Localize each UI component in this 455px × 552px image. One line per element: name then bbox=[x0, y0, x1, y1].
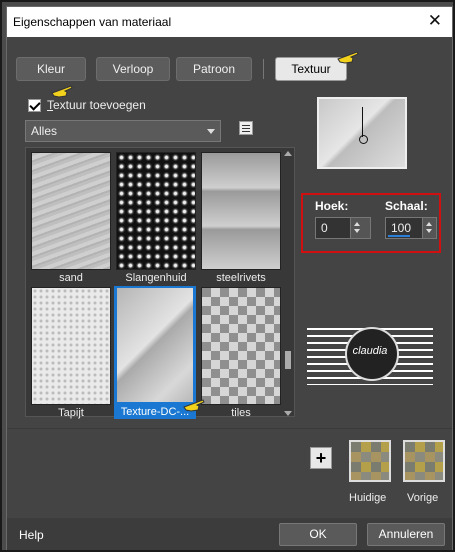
tab-separator bbox=[263, 59, 264, 79]
texture-item-steelrivets[interactable]: steelrivets bbox=[200, 152, 282, 285]
texture-label: Slangenhuid bbox=[125, 272, 187, 284]
tab-verloop[interactable]: Verloop bbox=[96, 57, 170, 81]
dialog-frame: Eigenschappen van materiaal ✕ Kleur Verl… bbox=[0, 0, 455, 552]
ok-button[interactable]: OK bbox=[279, 523, 357, 546]
angle-value: 0 bbox=[321, 221, 328, 235]
texture-thumbnail bbox=[201, 287, 281, 405]
hand-pointer-icon bbox=[337, 51, 359, 64]
logo-text: claudia bbox=[352, 345, 388, 357]
texture-thumbnail bbox=[31, 152, 111, 270]
add-texture-label-text: extuur toevoegen bbox=[53, 98, 146, 112]
scroll-down-icon[interactable] bbox=[284, 411, 292, 416]
texture-item-tiles[interactable]: tiles bbox=[200, 287, 282, 420]
angle-needle-icon bbox=[359, 107, 368, 144]
texture-item-tapijt[interactable]: Tapijt bbox=[30, 287, 112, 420]
scale-stepper[interactable]: 100 bbox=[385, 217, 437, 239]
list-icon[interactable] bbox=[239, 121, 253, 135]
current-swatch[interactable] bbox=[349, 440, 391, 482]
previous-swatch-label: Vorige bbox=[407, 492, 439, 504]
title-bar: Eigenschappen van materiaal ✕ bbox=[7, 7, 452, 37]
tab-kleur[interactable]: Kleur bbox=[16, 57, 86, 81]
previous-swatch[interactable] bbox=[403, 440, 445, 482]
add-texture-checkbox[interactable] bbox=[28, 99, 41, 112]
texture-thumbnail bbox=[201, 152, 281, 270]
watermark-logo: claudia bbox=[307, 323, 433, 385]
angle-stepper[interactable]: 0 bbox=[315, 217, 371, 239]
texture-preview bbox=[317, 97, 407, 169]
texture-thumbnail bbox=[31, 287, 111, 405]
category-dropdown-value: Alles bbox=[31, 124, 58, 138]
texture-item-slangenhuid[interactable]: Slangenhuid bbox=[115, 152, 197, 285]
scale-value: 100 bbox=[391, 221, 412, 235]
scrollbar-thumb[interactable] bbox=[285, 351, 291, 369]
material-properties-dialog: Eigenschappen van materiaal ✕ Kleur Verl… bbox=[6, 6, 453, 550]
stepper-arrows-icon[interactable] bbox=[422, 218, 436, 238]
texture-gallery: sand Slangenhuid steelrivets Tapijt Text… bbox=[25, 147, 295, 420]
hand-pointer-icon bbox=[51, 85, 73, 98]
category-dropdown[interactable]: Alles bbox=[25, 120, 221, 142]
texture-label: Tapijt bbox=[58, 407, 84, 419]
texture-label: steelrivets bbox=[216, 272, 266, 284]
angle-label: Hoek: bbox=[315, 199, 349, 213]
add-texture-label[interactable]: Textuur toevoegen bbox=[47, 98, 146, 112]
close-icon[interactable]: ✕ bbox=[428, 11, 442, 31]
texture-item-sand[interactable]: sand bbox=[30, 152, 112, 285]
cancel-button[interactable]: Annuleren bbox=[367, 523, 445, 546]
window-title: Eigenschappen van materiaal bbox=[13, 15, 172, 29]
add-swatch-button[interactable]: + bbox=[310, 447, 332, 469]
tab-patroon[interactable]: Patroon bbox=[176, 57, 252, 81]
divider bbox=[7, 428, 452, 429]
scroll-up-icon[interactable] bbox=[284, 151, 292, 156]
texture-label: sand bbox=[59, 272, 83, 284]
scale-progress-bar bbox=[388, 235, 410, 237]
texture-thumbnail bbox=[115, 286, 195, 404]
stepper-arrows-icon[interactable] bbox=[350, 218, 370, 238]
texture-label: tiles bbox=[231, 407, 251, 419]
help-button[interactable]: Help bbox=[19, 528, 44, 542]
scale-label: Schaal: bbox=[385, 199, 428, 213]
gallery-scrollbar[interactable] bbox=[283, 151, 293, 416]
hand-pointer-icon bbox=[183, 399, 205, 412]
current-swatch-label: Huidige bbox=[349, 492, 387, 504]
texture-thumbnail bbox=[116, 152, 196, 270]
chevron-down-icon bbox=[207, 129, 215, 134]
